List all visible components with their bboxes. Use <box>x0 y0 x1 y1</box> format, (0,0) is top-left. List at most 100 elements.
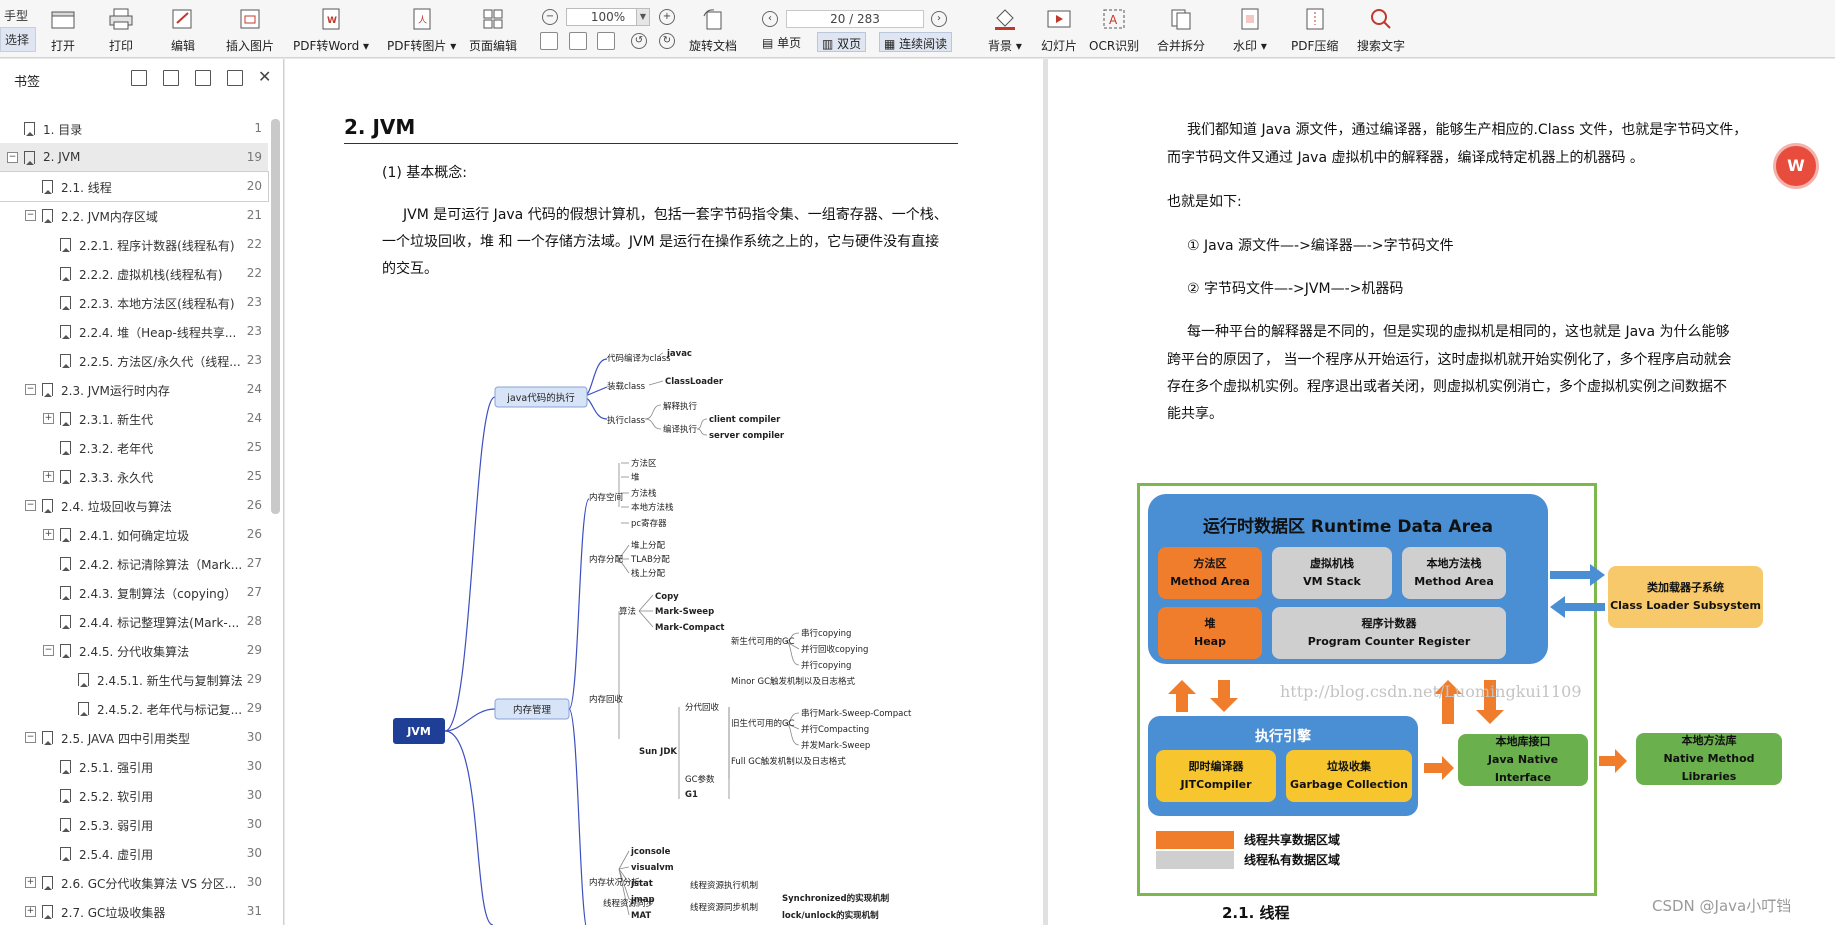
bookmark-item[interactable]: 1. 目录 1 <box>0 114 268 143</box>
bookmark-item[interactable]: − 2.2. JVM内存区域 21 <box>0 201 268 230</box>
merge-split-button[interactable]: 合并拆分 <box>1157 6 1205 54</box>
prev-page-icon[interactable]: ‹ <box>762 11 778 27</box>
bookmark-item[interactable]: 2.1. 线程 20 <box>0 171 269 202</box>
slideshow-button[interactable]: 幻灯片 <box>1041 6 1077 54</box>
collapse-toggle-icon[interactable]: − <box>7 152 18 163</box>
rotate-doc-button[interactable]: 旋转文档 <box>689 6 737 54</box>
mm-leaf: ClassLoader <box>665 377 724 387</box>
actual-size-icon[interactable] <box>597 32 615 50</box>
print-button[interactable]: 打印 <box>108 6 134 54</box>
mm-leaf: 堆上分配 <box>631 540 666 551</box>
bookmark-item[interactable]: 2.2.2. 虚拟机栈(线程私有) 22 <box>0 259 268 288</box>
convert-word-fab[interactable]: W <box>1773 143 1819 189</box>
continuous-read-button[interactable]: ▦ 连续阅读 <box>879 32 953 52</box>
blog-watermark: http://blog.csdn.net/Luomingkui1109 <box>1280 682 1582 701</box>
pdf-to-word-button[interactable]: W PDF转Word ▾ <box>293 6 369 54</box>
expand-all-icon[interactable] <box>131 70 147 86</box>
page-edit-button[interactable]: 页面编辑 <box>469 6 517 54</box>
collapse-toggle-icon[interactable]: − <box>25 500 36 511</box>
bookmark-item[interactable]: 2.2.1. 程序计数器(线程私有) 22 <box>0 230 268 259</box>
pdf-compress-button[interactable]: PDF压缩 <box>1291 6 1338 54</box>
add-bookmark-icon[interactable] <box>195 70 211 86</box>
expand-toggle-icon[interactable]: + <box>25 906 36 917</box>
collapse-toggle-icon[interactable]: − <box>25 210 36 221</box>
bookmark-item[interactable]: − 2.4. 垃圾回收与算法 26 <box>0 491 268 520</box>
ocr-button[interactable]: A OCR识别 <box>1089 6 1139 54</box>
search-text-button[interactable]: 搜索文字 <box>1357 6 1405 54</box>
zoom-in-icon[interactable]: + <box>659 9 675 25</box>
bookmark-item[interactable]: − 2.5. JAVA 四中引用类型 30 <box>0 723 268 752</box>
next-page-icon[interactable]: › <box>931 11 947 27</box>
bookmark-item[interactable]: 2.2.3. 本地方法区(线程私有) 23 <box>0 288 268 317</box>
bookmark-page-number: 27 <box>246 556 262 570</box>
bookmark-item[interactable]: +2.7. GC垃圾收集器 31 <box>0 897 268 925</box>
rda-title: 运行时数据区 Runtime Data Area <box>1203 517 1493 537</box>
watermark-button[interactable]: 水印 ▾ <box>1233 6 1267 54</box>
bookmark-item[interactable]: 2.4.5.1. 新生代与复制算法 29 <box>0 665 268 694</box>
bookmark-item[interactable]: +2.3.1. 新生代 24 <box>0 404 268 433</box>
bookmark-item[interactable]: − 2.4.5. 分代收集算法 29 <box>0 636 268 665</box>
bookmark-label: 2. JVM <box>43 150 81 164</box>
bookmark-item[interactable]: − 2.3. JVM运行时内存 24 <box>0 375 268 404</box>
bookmark-item[interactable]: 2.5.1. 强引用 30 <box>0 752 268 781</box>
mm-leaf: MAT <box>631 911 651 921</box>
bookmark-label: 1. 目录 <box>43 123 83 137</box>
expand-toggle-icon[interactable]: + <box>25 877 36 888</box>
mm-leaf: 算法 <box>619 606 636 617</box>
bookmark-item[interactable]: 2.4.3. 复制算法（copying） 27 <box>0 578 268 607</box>
bookmark-item[interactable]: 2.2.4. 堆（Heap-线程共享... 23 <box>0 317 268 346</box>
zoom-out-icon[interactable]: − <box>542 9 558 25</box>
mm-leaf: visualvm <box>631 863 674 873</box>
collapse-all-icon[interactable] <box>163 70 179 86</box>
page-number-input[interactable]: 20 / 283 <box>786 10 924 28</box>
double-page-button[interactable]: ▥ 双页 <box>817 32 867 52</box>
edit-button[interactable]: 编辑 <box>170 6 196 54</box>
sidebar-scrollbar[interactable] <box>271 119 280 514</box>
bookmark-item[interactable]: 2.3.2. 老年代 25 <box>0 433 268 462</box>
collapse-toggle-icon[interactable]: − <box>25 732 36 743</box>
expand-toggle-icon[interactable]: + <box>43 529 54 540</box>
hand-mode-button[interactable]: 手型 <box>0 4 36 27</box>
paragraph: 能共享。 <box>1167 406 1223 422</box>
single-page-button[interactable]: ▤ 单页 <box>758 32 805 52</box>
mm-leaf: Mark-Compact <box>655 623 724 633</box>
select-mode-button[interactable]: 选择 <box>0 27 36 52</box>
section-heading: 2. JVM <box>344 115 416 139</box>
close-icon[interactable]: ✕ <box>258 67 271 86</box>
background-button[interactable]: 背景 ▾ <box>988 6 1022 54</box>
expand-toggle-icon[interactable]: + <box>43 413 54 424</box>
insert-image-button[interactable]: 插入图片 <box>226 6 274 54</box>
document-view: 2. JVM (1) 基本概念: JVM 是可运行 Java 代码的假想计算机，… <box>285 59 1835 925</box>
bookmark-icon <box>60 412 71 426</box>
bookmark-item[interactable]: 2.5.4. 虚引用 30 <box>0 839 268 868</box>
bookmark-page-number: 29 <box>246 701 262 715</box>
open-button[interactable]: 打开 <box>50 6 76 54</box>
fit-page-icon[interactable] <box>540 32 558 50</box>
paragraph: 存在多个虚拟机实例。程序退出或者关闭，则虚拟机实例消亡，多个虚拟机实例之间数据不 <box>1167 379 1727 395</box>
bookmark-label: 2.3.1. 新生代 <box>79 413 154 427</box>
bookmark-item[interactable]: 2.5.2. 软引用 30 <box>0 781 268 810</box>
rotate-right-icon[interactable]: ↻ <box>659 33 675 49</box>
delete-bookmark-icon[interactable] <box>227 70 243 86</box>
bookmark-item[interactable]: 2.2.5. 方法区/永久代（线程... 23 <box>0 346 268 375</box>
rotate-left-icon[interactable]: ↺ <box>631 33 647 49</box>
bookmark-label: 2.7. GC垃圾收集器 <box>61 906 166 920</box>
pdf-to-image-button[interactable]: 人 PDF转图片 ▾ <box>387 6 456 54</box>
bookmark-item[interactable]: +2.6. GC分代收集算法 VS 分区... 30 <box>0 868 268 897</box>
bookmark-item[interactable]: 2.4.2. 标记清除算法（Mark... 27 <box>0 549 268 578</box>
bookmark-item[interactable]: 2.4.5.2. 老年代与标记复... 29 <box>0 694 268 723</box>
bookmark-item[interactable]: 2.4.4. 标记整理算法(Mark-... 28 <box>0 607 268 636</box>
rda-box-jni: 本地库接口 Java Native Interface <box>1458 734 1588 786</box>
mm-leaf: Sun JDK <box>639 747 677 757</box>
collapse-toggle-icon[interactable]: − <box>25 384 36 395</box>
fit-width-icon[interactable] <box>569 32 587 50</box>
zoom-dropdown-icon[interactable]: ▼ <box>636 9 649 25</box>
mm-leaf: jstat <box>630 879 653 889</box>
collapse-toggle-icon[interactable]: − <box>43 645 54 656</box>
bookmark-item[interactable]: +2.4.1. 如何确定垃圾 26 <box>0 520 268 549</box>
bookmark-item[interactable]: − 2. JVM 19 <box>0 143 268 172</box>
bookmark-item[interactable]: +2.3.3. 永久代 25 <box>0 462 268 491</box>
printer-icon <box>108 6 134 32</box>
bookmark-item[interactable]: 2.5.3. 弱引用 30 <box>0 810 268 839</box>
expand-toggle-icon[interactable]: + <box>43 471 54 482</box>
